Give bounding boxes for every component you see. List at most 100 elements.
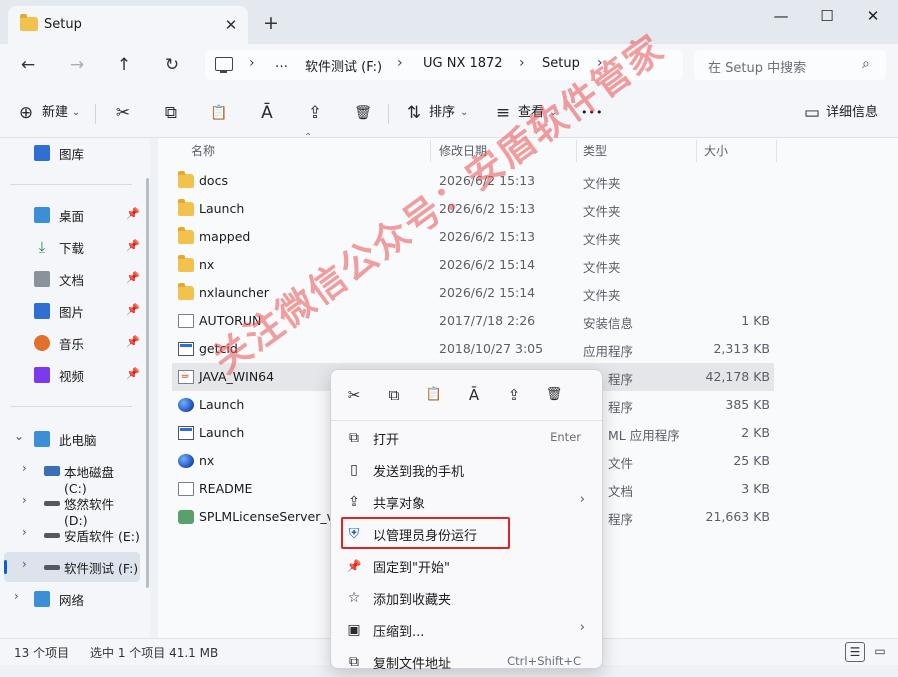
menu-item-compress-to[interactable]: ▣ 压缩到... › [337,615,597,645]
file-row-nx-folder[interactable]: nx 2026/6/2 15:14 文件夹 [172,251,774,279]
copy-icon[interactable]: ⧉ [383,384,405,406]
sort-button[interactable]: 排序 [429,101,455,125]
pin-icon: 📌 [346,559,362,573]
sidebar-item-label: 下载 [59,241,85,256]
cut-button[interactable]: ✂ [111,101,135,125]
file-row-nxlauncher[interactable]: nxlauncher 2026/6/2 15:14 文件夹 [172,279,774,307]
file-row-getcid[interactable]: getcid 2018/10/27 3:05 应用程序 2,313 KB [172,335,774,363]
paste-icon[interactable]: 📋 [423,384,445,406]
file-type: 文件 [608,456,634,471]
sidebar-item-documents[interactable]: 文档 📌 [4,264,140,294]
breadcrumb-ug-nx-1872[interactable]: UG NX 1872 [423,56,503,71]
sidebar-item-videos[interactable]: 视频 📌 [4,360,140,390]
chevron-right-icon[interactable]: › [22,525,27,539]
tab-close-button[interactable]: ✕ [220,14,242,36]
file-row-mapped[interactable]: mapped 2026/6/2 15:13 文件夹 [172,223,774,251]
sidebar-item-desktop[interactable]: 桌面 📌 [4,200,140,230]
menu-item-pin-to-start[interactable]: 📌 固定到"开始" [337,551,597,581]
installer-icon [178,510,194,524]
share-icon[interactable]: ⇪ [503,384,525,406]
folder-icon [178,199,194,216]
chevron-right-icon[interactable]: › [22,461,27,475]
forward-button[interactable]: → [62,52,92,78]
chevron-right-icon[interactable]: › [22,493,27,507]
breadcrumb-drive-f[interactable]: 软件测试 (F:) [305,56,382,75]
videos-icon [34,367,50,383]
rename-button[interactable]: Ā [255,101,279,125]
file-row-docs[interactable]: docs 2026/6/2 15:13 文件夹 [172,167,774,195]
menu-item-share[interactable]: ⇪ 共享对象 › [337,487,597,517]
breadcrumb-setup[interactable]: Setup [542,56,580,71]
share-button[interactable]: ⇪ [303,101,327,125]
sidebar-item-gallery[interactable]: 图库 [4,138,140,168]
column-divider[interactable] [576,140,577,162]
sidebar-item-downloads[interactable]: ⤓ 下载 📌 [4,232,140,262]
menu-item-open[interactable]: ⧉ 打开 Enter [337,423,597,453]
pin-icon[interactable]: 📌 [126,367,140,380]
sidebar-divider [10,184,132,185]
navigation-pane: 图库 桌面 📌 ⤓ 下载 📌 文档 📌 图片 📌 音乐 📌 视频 📌 ⌄ 此电脑… [0,138,150,638]
rename-icon[interactable]: Ā [463,384,485,406]
more-options-button[interactable]: ••• [581,101,603,125]
menu-item-add-to-favorites[interactable]: ☆ 添加到收藏夹 [337,583,597,613]
file-type: ML 应用程序 [608,428,680,443]
tab-setup[interactable]: Setup ✕ [8,6,248,44]
file-size: 2,313 KB [713,341,770,356]
column-divider[interactable] [776,140,777,162]
file-row-launch-folder[interactable]: Launch 2026/6/2 15:13 文件夹 [172,195,774,223]
sidebar-item-drive-e[interactable]: › 安盾软件 (E:) [4,520,140,550]
column-divider[interactable] [430,140,431,162]
search-icon[interactable]: ⌕ [862,56,870,72]
sidebar-item-network[interactable]: › 网络 [4,584,140,614]
sidebar-item-drive-c[interactable]: › 本地磁盘 (C:) [4,456,140,496]
menu-item-label: 固定到"开始" [373,561,450,576]
sidebar-item-label: 文档 [59,273,85,288]
sidebar-item-this-pc[interactable]: ⌄ 此电脑 [4,424,140,454]
column-divider[interactable] [696,140,697,162]
delete-icon[interactable]: 🗑 [543,384,565,406]
refresh-button[interactable]: ↻ [157,52,187,78]
maximize-button[interactable]: ☐ [804,0,850,32]
sidebar-item-music[interactable]: 音乐 📌 [4,328,140,358]
up-button[interactable]: ↑ [109,52,139,78]
navigation-bar: ← → ↑ ↻ › … 软件测试 (F:) › UG NX 1872 › Set… [0,44,898,88]
file-row-autorun[interactable]: AUTORUN 2017/7/18 2:26 安装信息 1 KB [172,307,774,335]
chevron-right-icon[interactable]: › [14,589,19,603]
details-button[interactable]: 详细信息 [826,101,878,125]
menu-item-send-to-phone[interactable]: ▯ 发送到我的手机 [337,455,597,485]
column-header-size[interactable]: 大小 [704,142,728,159]
delete-button[interactable]: 🗑 [351,101,375,125]
sidebar-item-pictures[interactable]: 图片 📌 [4,296,140,326]
sidebar-item-drive-f[interactable]: › 软件测试 (F:) [4,552,140,582]
menu-item-copy-path[interactable]: ⧉ 复制文件地址 Ctrl+Shift+C [337,647,597,677]
pin-icon[interactable]: 📌 [126,207,140,220]
column-header-type[interactable]: 类型 [583,142,607,159]
cut-icon[interactable]: ✂ [343,384,365,406]
minimize-button[interactable]: — [758,0,804,32]
column-header-name[interactable]: 名称 [191,142,215,159]
pin-icon[interactable]: 📌 [126,303,140,316]
new-tab-button[interactable]: + [258,12,284,36]
new-button[interactable]: 新建 [42,101,68,125]
pin-icon[interactable]: 📌 [126,239,140,252]
chevron-down-icon[interactable]: ⌄ [14,429,24,443]
back-button[interactable]: ← [13,52,43,78]
sort-ascending-icon: ⌃ [304,132,313,143]
address-bar[interactable]: › … 软件测试 (F:) › UG NX 1872 › Setup › [205,50,683,80]
search-box[interactable]: 在 Setup 中搜索 ⌕ [694,50,886,80]
sidebar-item-drive-d[interactable]: › 悠然软件 (D:) [4,488,140,528]
copy-button[interactable]: ⧉ [159,101,183,125]
sidebar-scrollbar[interactable] [146,178,149,588]
menu-item-label: 打开 [373,433,400,448]
chevron-right-icon[interactable]: › [22,557,27,571]
column-header-date[interactable]: 修改日期 [439,142,487,159]
paste-button[interactable]: 📋 [207,101,231,125]
details-view-button[interactable]: ☰ [845,642,865,662]
tiles-view-button[interactable]: ▭ [870,642,890,662]
view-button[interactable]: 查看 [518,101,544,125]
close-window-button[interactable]: ✕ [850,0,896,32]
pin-icon[interactable]: 📌 [126,271,140,284]
breadcrumb-more[interactable]: … [275,56,288,71]
file-name: Launch [199,425,245,440]
pin-icon[interactable]: 📌 [126,335,140,348]
